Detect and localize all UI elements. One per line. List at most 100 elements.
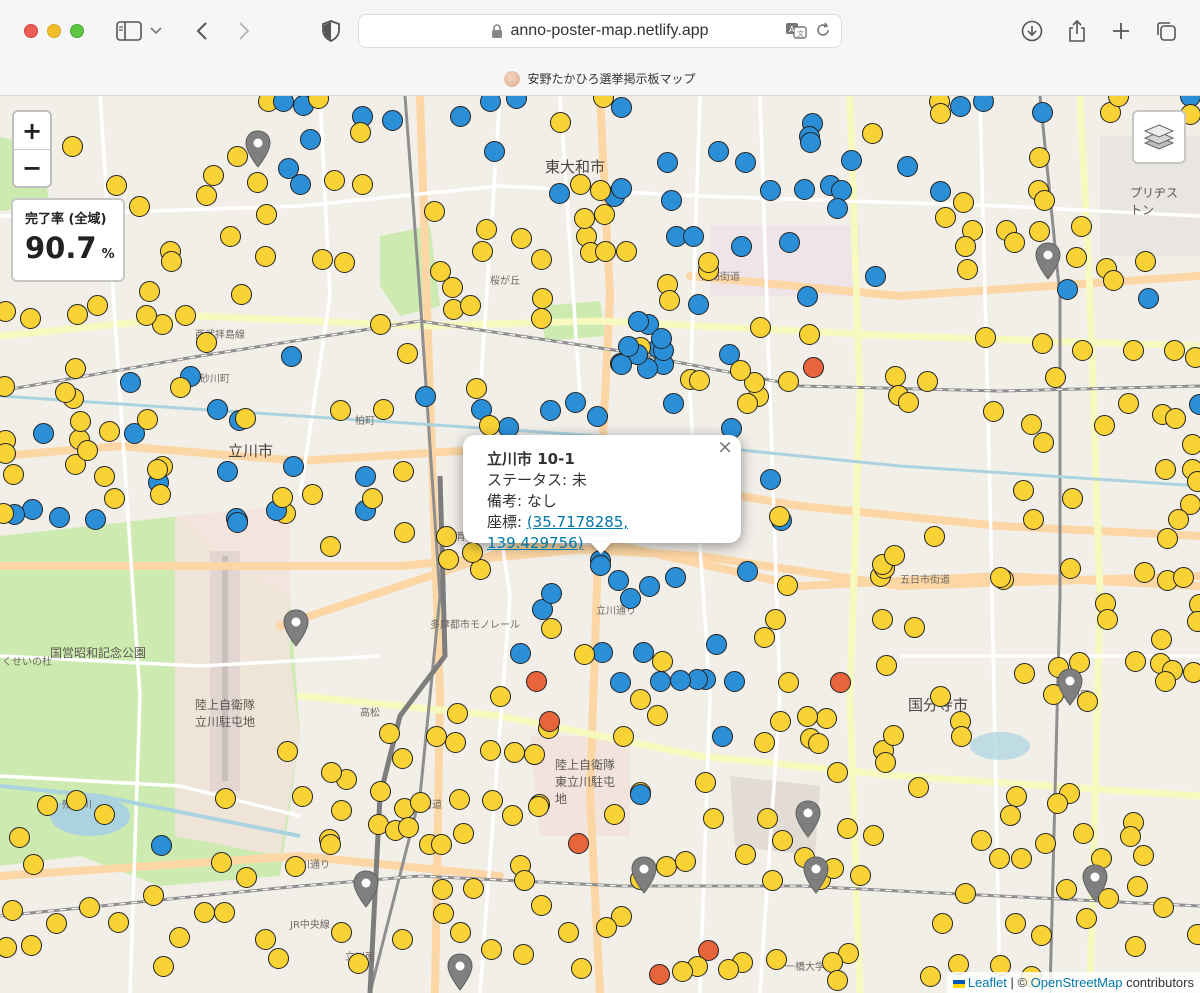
poster-board-marker[interactable] [682,225,704,247]
poster-board-marker[interactable] [759,468,781,490]
poster-board-marker[interactable] [826,197,848,219]
poster-board-marker[interactable] [1154,458,1176,480]
poster-board-marker[interactable] [875,654,897,676]
poster-board-marker[interactable] [8,826,30,848]
poster-board-marker[interactable] [282,455,304,477]
poster-board-marker[interactable] [1156,527,1178,549]
poster-board-marker[interactable] [694,771,716,793]
poster-board-marker[interactable] [319,833,341,855]
poster-board-marker[interactable] [480,938,502,960]
poster-board-marker[interactable] [649,670,671,692]
poster-board-marker[interactable] [954,882,976,904]
poster-board-marker[interactable] [570,957,592,979]
poster-board-marker[interactable] [753,626,775,648]
poster-board-marker[interactable] [503,741,525,763]
poster-board-marker[interactable] [882,724,904,746]
poster-board-marker[interactable] [1046,792,1068,814]
poster-board-marker[interactable] [471,240,493,262]
poster-board-marker[interactable] [711,725,733,747]
poster-board-marker[interactable] [662,392,684,414]
poster-board-marker[interactable] [1184,346,1200,368]
poster-board-marker[interactable] [603,803,625,825]
poster-board-marker[interactable] [76,439,98,461]
poster-board-marker[interactable] [489,685,511,707]
poster-board-marker[interactable] [393,521,415,543]
poster-board-marker[interactable] [864,265,886,287]
poster-board-marker[interactable] [793,178,815,200]
poster-board-marker[interactable] [629,688,651,710]
poster-board-marker[interactable] [765,948,787,970]
poster-board-marker[interactable] [607,569,629,591]
poster-board-marker[interactable] [776,574,798,596]
poster-board-marker[interactable] [349,121,371,143]
poster-board-marker[interactable] [874,751,896,773]
poster-board-marker[interactable] [1150,628,1172,650]
poster-board-marker[interactable] [1010,847,1032,869]
popup-close-button[interactable]: × [717,437,733,458]
poster-board-marker[interactable] [798,323,820,345]
poster-board-marker[interactable] [916,370,938,392]
poster-board-marker[interactable] [378,722,400,744]
poster-board-marker[interactable] [1102,269,1124,291]
poster-board-marker[interactable] [861,122,883,144]
poster-board-marker[interactable] [462,877,484,899]
zoom-in-button[interactable]: + [14,112,50,149]
poster-board-marker[interactable] [478,414,500,436]
poster-board-marker[interactable] [573,643,595,665]
location-pin-icon[interactable] [1035,242,1061,280]
poster-board-marker[interactable] [397,816,419,838]
reload-icon[interactable] [815,22,831,38]
poster-board-marker[interactable] [934,206,956,228]
poster-board-marker[interactable] [32,422,54,444]
poster-board-marker[interactable] [527,795,549,817]
location-pin-icon[interactable] [353,870,379,908]
poster-board-marker[interactable] [271,486,293,508]
poster-board-marker[interactable] [629,783,651,805]
poster-board-marker[interactable] [1033,189,1055,211]
poster-board-marker[interactable] [707,140,729,162]
poster-board-marker[interactable] [219,225,241,247]
poster-board-marker[interactable] [1186,610,1200,632]
poster-board-marker[interactable] [593,203,615,225]
poster-board-marker[interactable] [98,420,120,442]
poster-board-marker[interactable] [210,851,232,873]
poster-board-marker[interactable] [669,669,691,691]
poster-board-marker[interactable] [483,140,505,162]
poster-board-marker[interactable] [432,902,454,924]
minimize-window-button[interactable] [47,24,61,38]
poster-board-marker[interactable] [128,195,150,217]
poster-board-marker[interactable] [1132,844,1154,866]
poster-board-marker[interactable] [664,566,686,588]
poster-board-marker[interactable] [280,345,302,367]
share-icon[interactable] [1062,16,1092,46]
poster-board-marker[interactable] [1072,822,1094,844]
poster-board-marker[interactable] [48,506,70,528]
poster-board-marker[interactable] [929,180,951,202]
poster-board-marker[interactable] [21,498,43,520]
poster-board-marker[interactable] [764,608,786,630]
poster-board-marker[interactable] [660,189,682,211]
poster-board-marker[interactable] [1031,101,1053,123]
poster-board-marker[interactable] [687,293,709,315]
poster-board-marker[interactable] [142,884,164,906]
poster-board-marker[interactable] [195,331,217,353]
poster-board-marker[interactable] [648,963,670,985]
poster-board-marker[interactable] [531,287,553,309]
poster-board-marker[interactable] [107,911,129,933]
poster-board-marker[interactable] [479,96,501,112]
poster-board-marker[interactable] [1004,912,1026,934]
poster-board-marker[interactable] [1028,220,1050,242]
poster-board-marker[interactable] [461,541,483,563]
poster-board-marker[interactable] [796,705,818,727]
poster-board-marker[interactable] [530,894,552,916]
poster-board-marker[interactable] [1096,608,1118,630]
poster-board-marker[interactable] [594,240,616,262]
poster-board-marker[interactable] [1122,339,1144,361]
poster-board-marker[interactable] [1188,393,1200,415]
poster-board-marker[interactable] [1093,414,1115,436]
poster-board-marker[interactable] [235,866,257,888]
poster-board-marker[interactable] [1,899,23,921]
poster-board-marker[interactable] [674,850,696,872]
poster-board-marker[interactable] [2,463,24,485]
poster-board-marker[interactable] [160,250,182,272]
